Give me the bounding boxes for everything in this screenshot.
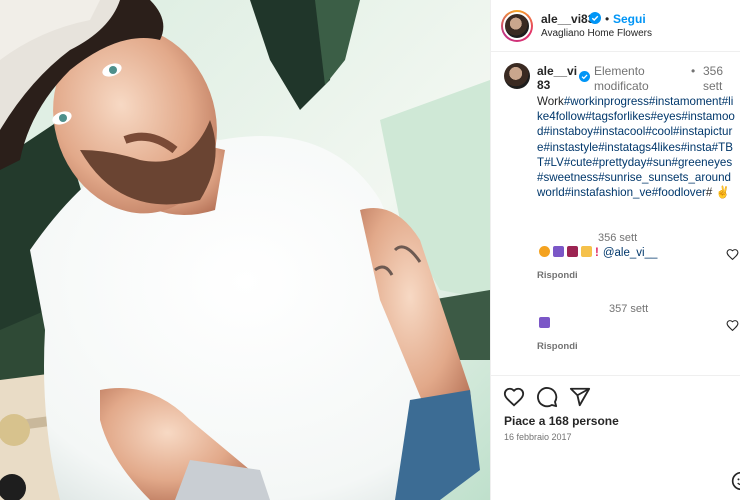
comment-icon[interactable] [536,386,558,408]
likes-number: 168 [548,414,569,428]
separator-dot: • [605,12,610,26]
emoji-icon [581,246,592,257]
hashtag-link[interactable]: #instaboy [543,125,593,138]
edited-label: Elemento modificato [594,64,649,93]
comment-mention[interactable]: @ale_vi__ [603,247,658,259]
hashtag-link[interactable]: #instamoment [649,95,722,108]
emoji-icon [553,246,564,257]
comment-text [539,317,553,330]
post-panel: ale__vi83 • Segui Avagliano Home Flowers… [490,0,740,500]
hashtag-link[interactable]: #foodlover [652,186,706,199]
heart-icon[interactable] [503,386,525,408]
emoji-icon [539,317,550,328]
comment-time[interactable]: 356 sett [598,232,637,244]
reply-button[interactable]: Rispondi [537,341,578,352]
hashtag-link[interactable]: #sweetness [537,171,598,184]
caption-segment: # ✌ [705,186,730,200]
verified-badge-icon [579,71,590,82]
emoji-icon [567,246,578,257]
comment-time[interactable]: 357 sett [609,303,648,315]
post-date[interactable]: 16 febbraio 2017 [504,432,572,442]
caption-segment: Work [537,95,564,108]
exclamation-icon: ! [595,247,599,259]
hashtag-link[interactable]: #sun [646,156,671,169]
hashtag-link[interactable]: #instastyle [543,141,598,154]
caption-avatar[interactable] [504,63,530,89]
hashtag-link[interactable]: #instafashion_ve [565,186,652,199]
hashtag-link[interactable]: #prettyday [592,156,646,169]
emoji-icon [539,246,550,257]
post-location[interactable]: Avagliano Home Flowers [541,28,652,39]
selfie-image [0,0,490,500]
paper-plane-icon[interactable] [569,386,591,408]
hashtag-link[interactable]: #eyes [650,110,681,123]
follow-button[interactable]: Segui [613,12,646,26]
hashtag-link[interactable]: #workinprogress [564,95,649,108]
post-photo[interactable] [0,0,490,500]
caption-text: Work#workinprogress#instamoment#like4fol… [537,94,737,200]
hashtag-link[interactable]: #LV [544,156,564,169]
avatar[interactable] [501,10,533,42]
hashtag-link[interactable]: #insta [681,141,712,154]
comment-text: ! @ale_vi__ [539,246,657,259]
hashtag-link[interactable]: #instatags4likes [598,141,681,154]
likes-count[interactable]: Piace a 168 persone [504,414,619,428]
verified-badge-icon [589,12,601,24]
heart-icon[interactable] [726,319,739,332]
caption-username[interactable]: ale__vi 83 [537,64,577,92]
hashtag-link[interactable]: #cute [564,156,592,169]
hashtag-link[interactable]: #greeneyes [672,156,733,169]
post-header: ale__vi83 • Segui Avagliano Home Flowers [491,0,740,52]
reply-button[interactable]: Rispondi [537,270,578,281]
heart-icon[interactable] [726,248,739,261]
emoji-icon[interactable] [731,471,740,491]
hashtag-link[interactable]: #cool [645,125,673,138]
likes-prefix: Piace a [504,414,546,428]
separator-dot: • [691,64,696,78]
likes-suffix: persone [572,414,619,428]
action-bar: Piace a 168 persone 16 febbraio 2017 [491,375,740,500]
hashtag-link[interactable]: #tagsforlikes [585,110,650,123]
caption-time[interactable]: 356 sett [703,64,740,94]
post-username[interactable]: ale__vi83 [541,12,594,26]
hashtag-link[interactable]: #instacool [593,125,645,138]
